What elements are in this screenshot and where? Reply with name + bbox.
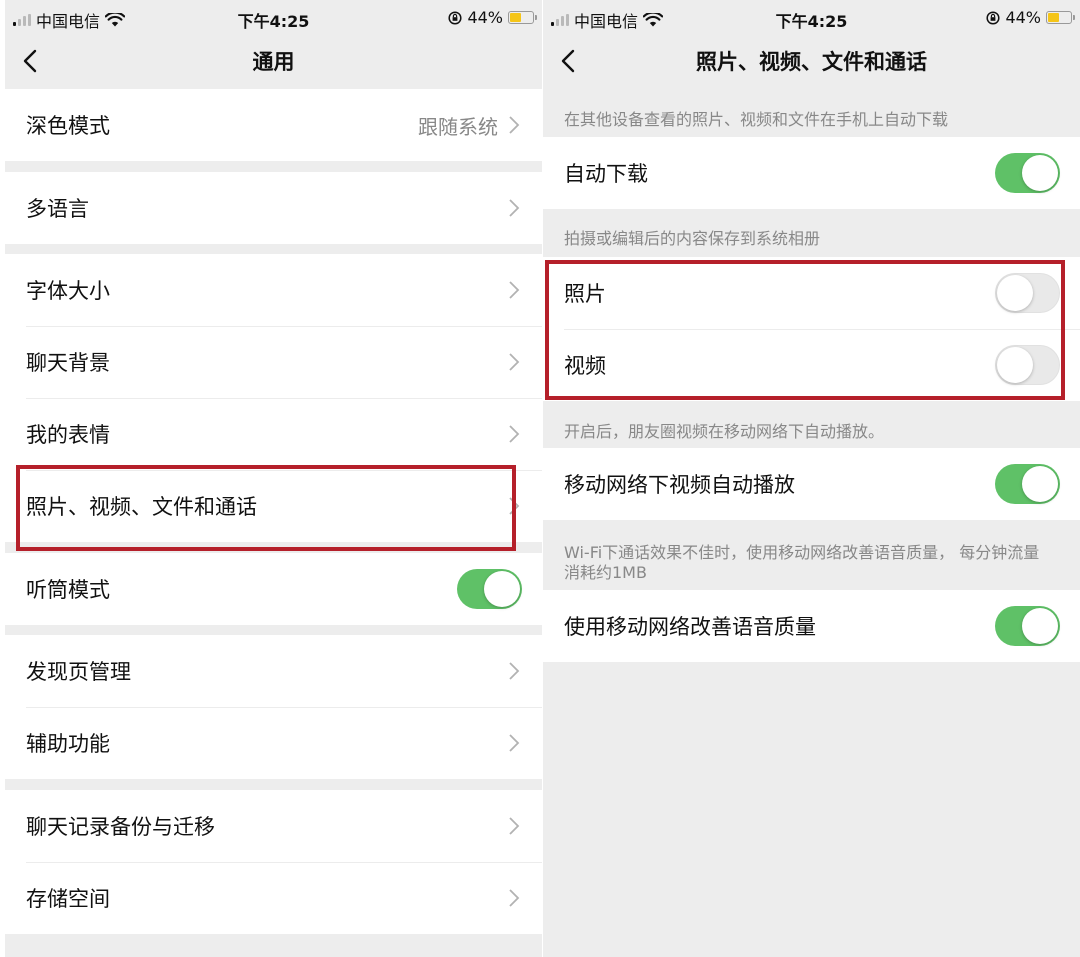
battery-percent: 44% (1005, 8, 1041, 27)
font-size-row[interactable]: 字体大小 (5, 254, 542, 326)
section-description: Wi-Fi下通话效果不佳时，使用移动网络改善语音质量， 每分钟流量消耗约1MB (564, 543, 1040, 582)
chevron-right-icon (508, 661, 520, 681)
earpiece-mode-toggle[interactable] (457, 569, 522, 609)
row-label: 照片、视频、文件和通话 (26, 495, 257, 519)
improve-voice-quality-toggle[interactable] (995, 606, 1060, 646)
video-autoplay-toggle[interactable] (995, 464, 1060, 504)
dark-mode-row[interactable]: 深色模式 跟随系统 (5, 89, 542, 161)
battery-icon (508, 11, 537, 24)
status-bar: 中国电信 下午4:25 44% (543, 0, 1080, 36)
status-bar: 中国电信 下午4:25 44% (5, 0, 542, 36)
row-value: 跟随系统 (418, 114, 498, 139)
group-autoplay: 移动网络下视频自动播放 (543, 448, 1080, 520)
group-storage: 聊天记录备份与迁移 存储空间 (5, 790, 542, 934)
improve-voice-quality-row: 使用移动网络改善语音质量 (543, 590, 1080, 662)
group-display: 深色模式 跟随系统 (5, 89, 542, 161)
earpiece-mode-row: 听筒模式 (5, 553, 542, 625)
chevron-right-icon (508, 888, 520, 908)
chat-backup-row[interactable]: 聊天记录备份与迁移 (5, 790, 542, 862)
chevron-right-icon (508, 424, 520, 444)
page-title: 照片、视频、文件和通话 (696, 50, 927, 74)
rotation-lock-icon (986, 10, 1000, 25)
row-label: 聊天记录备份与迁移 (26, 815, 215, 839)
chevron-right-icon (508, 733, 520, 753)
battery-icon (1046, 11, 1075, 24)
row-label: 照片 (564, 282, 606, 306)
group-language: 多语言 (5, 172, 542, 244)
accessibility-row[interactable]: 辅助功能 (5, 707, 542, 779)
chevron-right-icon (508, 198, 520, 218)
auto-download-row: 自动下载 (543, 137, 1080, 209)
page-title: 通用 (252, 50, 295, 74)
navigation-bar: 照片、视频、文件和通话 (543, 36, 1080, 86)
storage-row[interactable]: 存储空间 (5, 862, 542, 934)
group-earpiece: 听筒模式 (5, 553, 542, 625)
save-videos-toggle[interactable] (995, 345, 1060, 385)
row-label: 发现页管理 (26, 660, 131, 684)
chat-background-row[interactable]: 聊天背景 (5, 326, 542, 398)
row-label: 使用移动网络改善语音质量 (564, 615, 816, 639)
rotation-lock-icon (448, 10, 462, 25)
chevron-right-icon (508, 280, 520, 300)
chevron-right-icon (508, 496, 520, 516)
row-label: 字体大小 (26, 279, 110, 303)
row-label: 视频 (564, 354, 606, 378)
group-auto-download: 自动下载 (543, 137, 1080, 209)
navigation-bar: 通用 (5, 36, 542, 86)
section-description: 在其他设备查看的照片、视频和文件在手机上自动下载 (564, 110, 949, 129)
row-label: 多语言 (26, 197, 89, 221)
row-label: 辅助功能 (26, 732, 110, 756)
group-chat: 字体大小 聊天背景 我的表情 照片、视频、文件和通话 (5, 254, 542, 542)
row-label: 移动网络下视频自动播放 (564, 473, 795, 497)
row-label: 聊天背景 (26, 351, 110, 375)
group-discover: 发现页管理 辅助功能 (5, 635, 542, 779)
group-voice-quality: 使用移动网络改善语音质量 (543, 590, 1080, 662)
row-label: 我的表情 (26, 423, 110, 447)
general-settings-screen: 中国电信 下午4:25 44% 通用 深色模式 跟随系统 多语言 字体大小 聊天… (5, 0, 542, 957)
section-description: 拍摄或编辑后的内容保存到系统相册 (564, 229, 821, 248)
row-label: 深色模式 (26, 114, 110, 138)
section-description: 开启后，朋友圈视频在移动网络下自动播放。 (564, 422, 885, 441)
group-save-to-album: 照片 视频 (543, 257, 1080, 401)
discover-management-row[interactable]: 发现页管理 (5, 635, 542, 707)
chevron-right-icon (508, 352, 520, 372)
save-videos-row: 视频 (543, 329, 1080, 401)
video-autoplay-row: 移动网络下视频自动播放 (543, 448, 1080, 520)
photos-videos-files-calls-row[interactable]: 照片、视频、文件和通话 (5, 470, 542, 542)
row-label: 听筒模式 (26, 578, 110, 602)
chevron-right-icon (508, 115, 520, 135)
auto-download-toggle[interactable] (995, 153, 1060, 193)
battery-percent: 44% (467, 8, 503, 27)
language-row[interactable]: 多语言 (5, 172, 542, 244)
my-stickers-row[interactable]: 我的表情 (5, 398, 542, 470)
save-photos-row: 照片 (543, 257, 1080, 329)
save-photos-toggle[interactable] (995, 273, 1060, 313)
row-label: 自动下载 (564, 162, 648, 186)
media-settings-screen: 中国电信 下午4:25 44% 照片、视频、文件和通话 在其他设备查看的照片、视… (543, 0, 1080, 957)
chevron-right-icon (508, 816, 520, 836)
row-label: 存储空间 (26, 887, 110, 911)
